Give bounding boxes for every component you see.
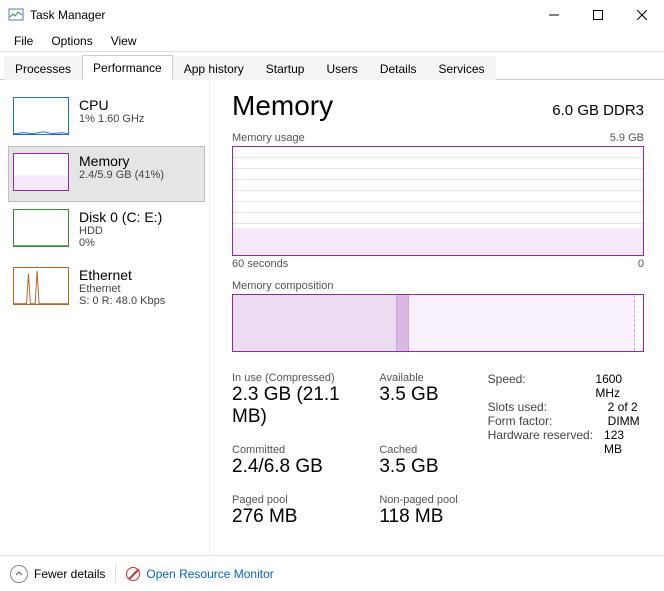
open-resource-monitor-label: Open Resource Monitor — [146, 567, 273, 581]
tab-startup[interactable]: Startup — [255, 56, 316, 80]
performance-sidebar: CPU 1% 1.60 GHz Memory 2.4/5.9 GB (41%) … — [0, 80, 210, 555]
hw-key: Hardware reserved: — [488, 428, 594, 456]
tab-app-history[interactable]: App history — [173, 56, 255, 80]
nonpaged-value: 118 MB — [379, 506, 457, 528]
sidebar-memory-title: Memory — [79, 153, 164, 169]
memory-thumb-icon — [13, 153, 69, 191]
sidebar-item-cpu[interactable]: CPU 1% 1.60 GHz — [8, 90, 205, 146]
composition-standby — [409, 295, 635, 351]
memory-composition-chart[interactable] — [232, 294, 644, 352]
x-axis-right: 0 — [638, 258, 644, 270]
committed-value: 2.4/6.8 GB — [232, 456, 353, 478]
composition-free — [635, 295, 643, 351]
composition-modified — [397, 295, 409, 351]
open-resource-monitor-link[interactable]: Open Resource Monitor — [126, 567, 273, 581]
memory-capacity: 6.0 GB DDR3 — [552, 102, 644, 119]
sidebar-disk-title: Disk 0 (C: E:) — [79, 209, 162, 225]
speed-val: 1600 MHz — [595, 372, 644, 400]
resource-monitor-icon — [126, 567, 140, 581]
performance-main: Memory 6.0 GB DDR3 Memory usage 5.9 GB 6… — [210, 80, 664, 555]
maximize-button[interactable] — [576, 0, 620, 30]
composition-label: Memory composition — [232, 280, 333, 292]
disk-thumb-icon — [13, 209, 69, 247]
tab-details[interactable]: Details — [369, 56, 428, 80]
sidebar-eth-title: Ethernet — [79, 267, 165, 283]
fewer-details-button[interactable]: Fewer details — [10, 565, 105, 583]
usage-chart-label: Memory usage — [232, 132, 305, 144]
menu-view[interactable]: View — [103, 32, 145, 50]
sidebar-item-memory[interactable]: Memory 2.4/5.9 GB (41%) — [8, 146, 205, 202]
sidebar-cpu-sub: 1% 1.60 GHz — [79, 113, 144, 125]
chevron-up-icon — [10, 565, 28, 583]
sidebar-disk-sub1: HDD — [79, 225, 162, 237]
sidebar-item-ethernet[interactable]: Ethernet Ethernet S: 0 R: 48.0 Kbps — [8, 260, 205, 318]
memory-usage-chart[interactable] — [232, 146, 644, 256]
form-key: Form factor: — [488, 414, 598, 428]
cached-label: Cached — [379, 444, 457, 456]
menubar: File Options View — [0, 30, 664, 52]
close-button[interactable] — [620, 0, 664, 30]
usage-chart-max: 5.9 GB — [610, 132, 644, 144]
available-label: Available — [379, 372, 457, 384]
nonpaged-label: Non-paged pool — [379, 494, 457, 506]
app-icon — [8, 7, 24, 23]
minimize-button[interactable] — [532, 0, 576, 30]
tab-performance[interactable]: Performance — [82, 55, 173, 80]
window-title: Task Manager — [30, 8, 532, 22]
page-title: Memory — [232, 90, 333, 122]
hw-val: 123 MB — [604, 428, 644, 456]
speed-key: Speed: — [488, 372, 586, 400]
sidebar-cpu-title: CPU — [79, 97, 144, 113]
ethernet-thumb-icon — [13, 267, 69, 305]
titlebar: Task Manager — [0, 0, 664, 30]
paged-value: 276 MB — [232, 506, 353, 528]
cached-value: 3.5 GB — [379, 456, 457, 478]
sidebar-eth-sub1: Ethernet — [79, 283, 165, 295]
inuse-label: In use (Compressed) — [232, 372, 353, 384]
slots-key: Slots used: — [488, 400, 598, 414]
committed-label: Committed — [232, 444, 353, 456]
tab-strip: Processes Performance App history Startu… — [0, 52, 664, 80]
slots-val: 2 of 2 — [608, 400, 638, 414]
menu-file[interactable]: File — [6, 32, 41, 50]
sidebar-memory-sub: 2.4/5.9 GB (41%) — [79, 169, 164, 181]
inuse-value: 2.3 GB (21.1 MB) — [232, 384, 353, 428]
menu-options[interactable]: Options — [43, 32, 100, 50]
x-axis-left: 60 seconds — [232, 258, 288, 270]
sidebar-eth-sub2: S: 0 R: 48.0 Kbps — [79, 295, 165, 307]
footer-separator — [115, 565, 116, 583]
available-value: 3.5 GB — [379, 384, 457, 406]
tab-users[interactable]: Users — [315, 56, 368, 80]
cpu-thumb-icon — [13, 97, 69, 135]
sidebar-disk-sub2: 0% — [79, 237, 162, 249]
fewer-details-label: Fewer details — [34, 567, 105, 581]
tab-processes[interactable]: Processes — [4, 56, 82, 80]
footer: Fewer details Open Resource Monitor — [0, 555, 664, 591]
tab-services[interactable]: Services — [428, 56, 496, 80]
form-val: DIMM — [608, 414, 640, 428]
paged-label: Paged pool — [232, 494, 353, 506]
composition-in-use — [233, 295, 397, 351]
sidebar-item-disk[interactable]: Disk 0 (C: E:) HDD 0% — [8, 202, 205, 260]
